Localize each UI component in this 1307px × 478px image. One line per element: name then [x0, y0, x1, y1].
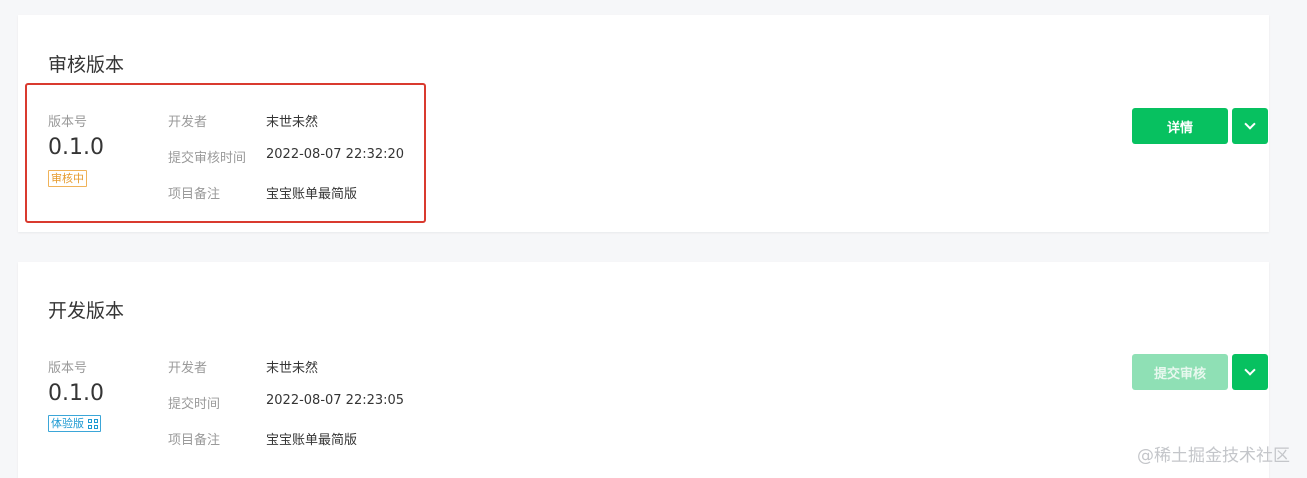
chevron-down-icon [1244, 364, 1256, 376]
qrcode-icon[interactable] [88, 418, 98, 429]
version-number-label: 版本号 [48, 361, 88, 376]
status-badge-trial[interactable]: 体验版 [48, 415, 101, 432]
remark-label: 项目备注 [168, 433, 221, 448]
review-version-title: 审核版本 [48, 54, 125, 76]
more-actions-dropdown-button[interactable] [1232, 108, 1268, 144]
version-number: 0.1.0 [48, 381, 104, 406]
chevron-down-icon [1244, 118, 1256, 130]
developer-label: 开发者 [168, 361, 208, 376]
developer-value: 末世未然 [266, 361, 319, 376]
highlight-box [25, 83, 426, 223]
watermark: @稀土掘金技术社区 [1137, 446, 1290, 466]
dev-version-card: 开发版本 版本号 0.1.0 体验版 开发者 末世未然 提交时间 2022-08… [18, 262, 1269, 478]
trial-tag-label: 体验版 [51, 417, 84, 430]
more-actions-dropdown-button[interactable] [1232, 354, 1268, 390]
submit-review-button[interactable]: 提交审核 [1132, 354, 1228, 390]
remark-value: 宝宝账单最简版 [266, 433, 358, 448]
detail-button[interactable]: 详情 [1132, 108, 1228, 144]
submit-time-label: 提交时间 [168, 397, 221, 412]
submit-time-value: 2022-08-07 22:23:05 [266, 393, 405, 408]
dev-version-title: 开发版本 [48, 300, 125, 322]
